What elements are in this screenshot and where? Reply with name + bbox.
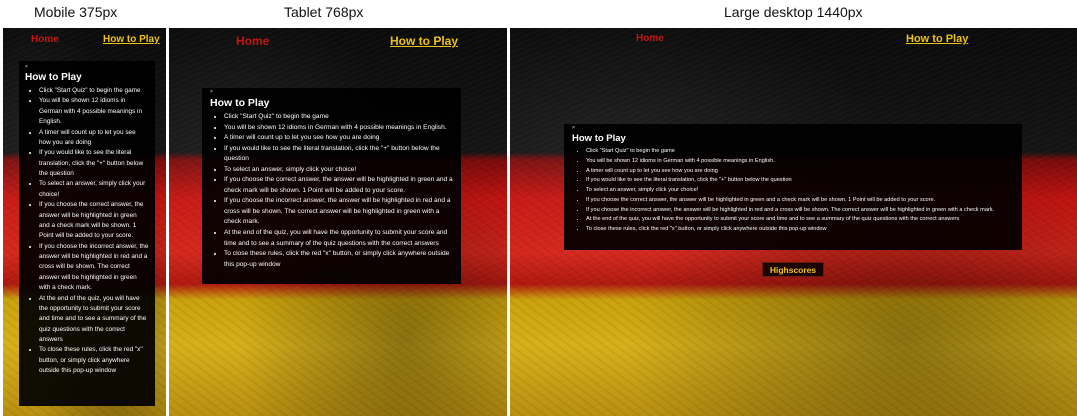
rule-item: You will be shown 12 idioms in German wi… <box>39 96 149 127</box>
rule-item: To close these rules, click the red "x" … <box>39 345 149 376</box>
rule-item: A timer will count up to let you see how… <box>224 133 453 144</box>
rule-item: Click "Start Quiz" to begin the game <box>39 86 149 96</box>
highscores-button[interactable]: Highscores <box>762 262 824 277</box>
rule-item: If you would like to see the literal tra… <box>224 144 453 165</box>
rule-item: At the end of the quiz, you will have th… <box>39 294 149 346</box>
rule-item: You will be shown 12 idioms in German wi… <box>224 123 453 134</box>
rules-list: Click "Start Quiz" to begin the game You… <box>210 112 453 270</box>
rule-item: If you would like to see the literal tra… <box>586 176 1014 186</box>
rule-item: To close these rules, click the red "x" … <box>224 249 453 270</box>
close-icon[interactable]: × <box>210 90 453 95</box>
rules-title: How to Play <box>25 72 82 83</box>
nav-how-to-play-link[interactable]: How to Play <box>103 34 160 45</box>
nav-home-link[interactable]: Home <box>636 33 664 44</box>
rules-modal: × How to Play Click "Start Quiz" to begi… <box>202 88 461 284</box>
mobile-screenshot: Home How to Play × How to Play Click "St… <box>3 28 166 416</box>
desktop-screenshot: Home How to Play × How to Play Click "St… <box>510 28 1077 416</box>
rule-item: To close these rules, click the red "x" … <box>586 225 1014 235</box>
rule-item: At the end of the quiz, you will have th… <box>586 215 1014 225</box>
rule-item: If you choose the correct answer, the an… <box>39 200 149 242</box>
tablet-screenshot: Home How to Play Highscores × How to Pla… <box>169 28 507 416</box>
nav-home-link[interactable]: Home <box>31 34 59 45</box>
caption-mobile: Mobile 375px <box>34 4 118 20</box>
rule-item: Click "Start Quiz" to begin the game <box>586 147 1014 157</box>
rule-item: If you choose the incorrect answer, the … <box>224 196 453 228</box>
caption-tablet: Tablet 768px <box>284 4 364 20</box>
nav-how-to-play-link[interactable]: How to Play <box>906 33 968 45</box>
rule-item: If you would like to see the literal tra… <box>39 148 149 179</box>
rule-item: To select an answer, simply click your c… <box>39 179 149 200</box>
rules-list: Click "Start Quiz" to begin the game You… <box>25 86 149 377</box>
nav-how-to-play-link[interactable]: How to Play <box>390 34 458 48</box>
rule-item: You will be shown 12 idioms in German wi… <box>586 157 1014 167</box>
close-icon[interactable]: × <box>572 126 1014 131</box>
rules-modal: × How to Play Click "Start Quiz" to begi… <box>564 124 1022 250</box>
rule-item: If you choose the incorrect answer, the … <box>586 206 1014 216</box>
close-icon[interactable]: × <box>25 65 149 70</box>
caption-desktop: Large desktop 1440px <box>724 4 863 20</box>
rule-item: If you choose the correct answer, the an… <box>586 196 1014 206</box>
rule-item: To select an answer, simply click your c… <box>586 186 1014 196</box>
rules-list: Click "Start Quiz" to begin the game You… <box>572 147 1014 235</box>
rules-modal: × How to Play Click "Start Quiz" to begi… <box>19 61 155 406</box>
rule-item: At the end of the quiz, you will have th… <box>224 228 453 249</box>
rule-item: A timer will count up to let you see how… <box>39 128 149 149</box>
rule-item: If you choose the correct answer, the an… <box>224 175 453 196</box>
rules-title: How to Play <box>572 133 626 144</box>
rules-title: How to Play <box>210 97 270 109</box>
rule-item: Click "Start Quiz" to begin the game <box>224 112 453 123</box>
rule-item: To select an answer, simply click your c… <box>224 165 453 176</box>
rule-item: A timer will count up to let you see how… <box>586 167 1014 177</box>
nav-home-link[interactable]: Home <box>236 34 269 48</box>
rule-item: If you choose the incorrect answer, the … <box>39 242 149 294</box>
